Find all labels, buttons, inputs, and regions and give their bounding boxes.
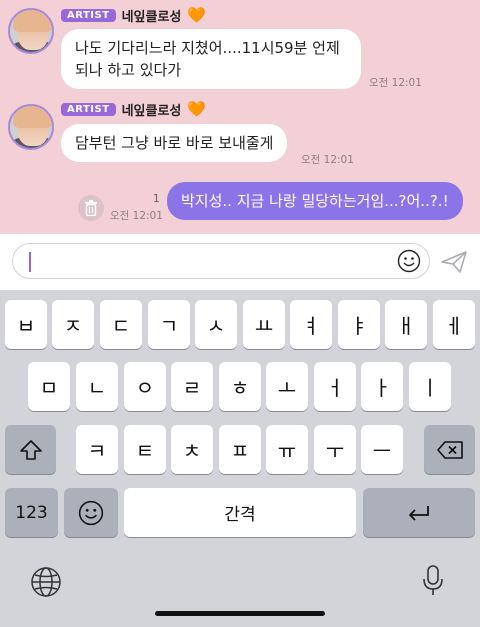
key[interactable]: ㅍ (219, 425, 261, 474)
message-time: 오전 12:01 (301, 154, 354, 166)
backspace-key[interactable] (424, 425, 475, 474)
home-indicator[interactable] (155, 611, 325, 616)
my-message-bubble[interactable]: 박지성.. 지금 나랑 밀당하는거임...?어..?.! (167, 182, 463, 220)
sender-name: 네잎클로성 (121, 104, 182, 119)
key[interactable]: ㄷ (100, 300, 142, 349)
key[interactable]: ㅁ (28, 362, 70, 411)
orange-heart-icon: 🧡 (187, 100, 207, 118)
return-key[interactable] (363, 488, 475, 537)
key[interactable]: ㅗ (266, 362, 308, 411)
key[interactable]: ㅜ (314, 425, 356, 474)
key[interactable]: ㅠ (266, 425, 308, 474)
key[interactable]: ㅏ (361, 362, 403, 411)
emoji-key[interactable] (64, 488, 118, 537)
return-icon (409, 505, 429, 521)
key[interactable]: ㅕ (290, 300, 332, 349)
smiley-icon[interactable] (397, 249, 421, 273)
space-key[interactable]: 간격 (124, 488, 356, 537)
key[interactable]: ㅅ (195, 300, 237, 349)
backspace-icon (436, 440, 463, 459)
paper-plane-icon[interactable] (441, 251, 467, 273)
key[interactable]: ㅊ (171, 425, 213, 474)
message-line: 담부턴 그냥 바로 바로 보내줄게 (75, 134, 274, 152)
sender-name: 네잎클로성 (121, 10, 182, 25)
artist-avatar[interactable] (8, 104, 54, 150)
delete-message-button[interactable] (78, 195, 104, 221)
smiley-icon (78, 500, 104, 525)
sender-row: ARTIST 네잎클로성 🧡 (61, 6, 206, 25)
text-caret (29, 252, 31, 272)
key[interactable]: ㅓ (314, 362, 356, 411)
chat-area: ARTIST 네잎클로성 🧡 나도 기다리느라 지쳤어....11시59분 언제… (0, 0, 480, 234)
message-input[interactable] (12, 243, 430, 279)
message-line: 되나 하고 있다가 (75, 61, 182, 79)
key[interactable]: ㅑ (338, 300, 380, 349)
globe-icon[interactable] (30, 566, 62, 598)
artist-badge: ARTIST (61, 9, 116, 22)
key[interactable]: ㅎ (219, 362, 261, 411)
key[interactable]: ㅡ (361, 425, 403, 474)
message-line: 나도 기다리느라 지쳤어....11시59분 언제 (75, 39, 340, 57)
orange-heart-icon: 🧡 (187, 6, 207, 24)
message-time: 오전 12:01 (110, 210, 163, 222)
key[interactable]: ㅂ (5, 300, 47, 349)
sender-row: ARTIST 네잎클로성 🧡 (61, 100, 206, 119)
numbers-key[interactable]: 123 (5, 488, 58, 537)
artist-avatar[interactable] (8, 8, 54, 54)
key[interactable]: ㄴ (76, 362, 118, 411)
key[interactable]: ㅇ (124, 362, 166, 411)
key[interactable]: ㅔ (433, 300, 475, 349)
microphone-icon[interactable] (422, 564, 444, 598)
key[interactable]: ㅐ (385, 300, 427, 349)
trash-icon (85, 200, 97, 216)
shift-key[interactable] (5, 425, 56, 474)
key[interactable]: ㅋ (76, 425, 118, 474)
key[interactable]: ㄹ (171, 362, 213, 411)
message-bubble[interactable]: 나도 기다리느라 지쳤어....11시59분 언제 되나 하고 있다가 (61, 29, 361, 89)
keyboard: ㅂ ㅈ ㄷ ㄱ ㅅ ㅛ ㅕ ㅑ ㅐ ㅔ ㅁ ㄴ ㅇ ㄹ ㅎ ㅗ ㅓ ㅏ ㅣ ㅋ … (0, 290, 480, 627)
key[interactable]: ㅌ (124, 425, 166, 474)
message-input-bar (0, 234, 480, 290)
unread-count: 1 (153, 193, 160, 205)
key[interactable]: ㅛ (243, 300, 285, 349)
artist-badge: ARTIST (61, 103, 116, 116)
message-bubble[interactable]: 담부턴 그냥 바로 바로 보내줄게 (61, 124, 288, 162)
key[interactable]: ㅣ (409, 362, 451, 411)
key[interactable]: ㅈ (52, 300, 94, 349)
message-time: 오전 12:01 (369, 77, 422, 89)
shift-icon (19, 439, 42, 460)
key[interactable]: ㄱ (148, 300, 190, 349)
